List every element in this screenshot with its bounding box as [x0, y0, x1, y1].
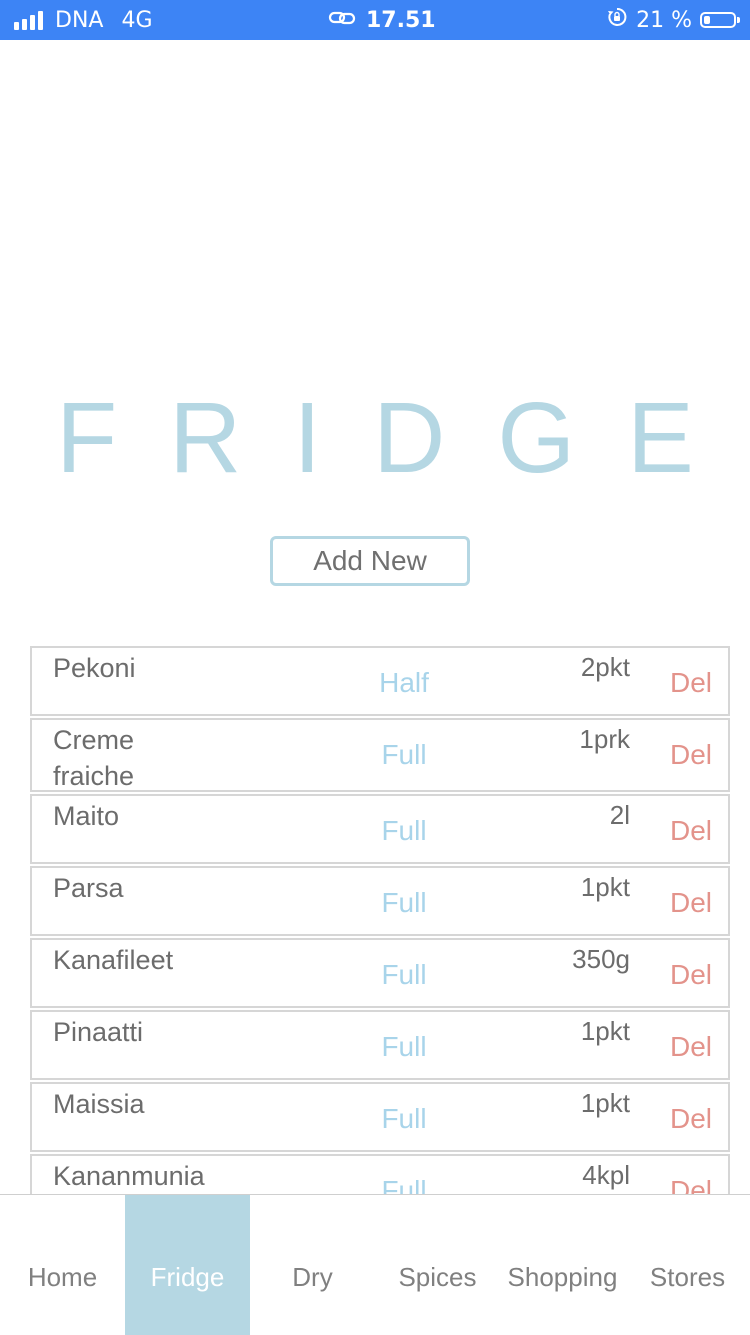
- list-item: Maito Full 2l Del: [30, 794, 730, 864]
- network-label: 4G: [121, 7, 153, 33]
- carrier-label: DNA: [55, 7, 104, 33]
- tab-spices[interactable]: Spices: [375, 1195, 500, 1335]
- delete-button[interactable]: Del: [670, 886, 712, 920]
- tab-dry[interactable]: Dry: [250, 1195, 375, 1335]
- list-item: Creme fraiche Full 1prk Del: [30, 718, 730, 792]
- status-bar: DNA 4G 17.51 21 %: [0, 0, 750, 40]
- delete-button[interactable]: Del: [670, 958, 712, 992]
- item-name: Kanafileet: [53, 945, 174, 975]
- list-item: Pekoni Half 2pkt Del: [30, 646, 730, 716]
- item-name: Parsa: [53, 873, 124, 903]
- page-title: FRIDGE: [56, 382, 746, 494]
- bottom-nav: Home Fridge Dry Spices Shopping Stores: [0, 1194, 750, 1335]
- item-list[interactable]: Pekoni Half 2pkt Del Creme fraiche Full 1prk De…: [30, 646, 730, 1194]
- item-quantity: 2l: [609, 800, 630, 830]
- add-new-button[interactable]: Add New: [270, 536, 470, 586]
- item-status-toggle[interactable]: Full: [372, 958, 436, 992]
- status-bar-left: DNA 4G: [14, 0, 153, 40]
- delete-button[interactable]: Del: [670, 814, 712, 848]
- item-status-toggle[interactable]: Half: [372, 666, 436, 700]
- clock: 17.51: [366, 7, 436, 33]
- item-status-toggle[interactable]: Full: [372, 1174, 436, 1194]
- item-status-toggle[interactable]: Full: [372, 1030, 436, 1064]
- item-name: Maissia: [53, 1089, 145, 1119]
- item-name: Pekoni: [53, 653, 136, 683]
- delete-button[interactable]: Del: [670, 666, 712, 700]
- list-item: Kanafileet Full 350g Del: [30, 938, 730, 1008]
- item-status-toggle[interactable]: Full: [372, 738, 436, 772]
- battery-percent: 21 %: [636, 7, 692, 33]
- item-status-toggle[interactable]: Full: [372, 1102, 436, 1136]
- item-quantity: 350g: [572, 944, 630, 974]
- item-quantity: 1pkt: [580, 1088, 630, 1118]
- item-status-toggle[interactable]: Full: [372, 814, 436, 848]
- item-name: Creme fraiche: [53, 725, 135, 791]
- item-quantity: 4kpl: [582, 1160, 630, 1190]
- list-item: Kananmunia Full 4kpl Del: [30, 1154, 730, 1194]
- link-icon: [328, 8, 356, 33]
- rotation-lock-icon: [606, 6, 628, 34]
- item-quantity: 1pkt: [580, 872, 630, 902]
- item-name: Pinaatti: [53, 1017, 144, 1047]
- item-quantity: 1pkt: [580, 1016, 630, 1046]
- tab-stores[interactable]: Stores: [625, 1195, 750, 1335]
- tab-shopping[interactable]: Shopping: [500, 1195, 625, 1335]
- item-quantity: 2pkt: [580, 652, 630, 682]
- item-quantity: 1prk: [579, 724, 630, 754]
- tab-fridge[interactable]: Fridge: [125, 1195, 250, 1335]
- status-bar-center: 17.51: [328, 0, 436, 40]
- item-status-toggle[interactable]: Full: [372, 886, 436, 920]
- list-item: Pinaatti Full 1pkt Del: [30, 1010, 730, 1080]
- item-name: Maito: [53, 801, 120, 831]
- delete-button[interactable]: Del: [670, 1030, 712, 1064]
- delete-button[interactable]: Del: [670, 1174, 712, 1194]
- tab-home[interactable]: Home: [0, 1195, 125, 1335]
- list-item: Maissia Full 1pkt Del: [30, 1082, 730, 1152]
- status-bar-right: 21 %: [606, 0, 740, 40]
- battery-icon: [700, 12, 740, 28]
- signal-icon: [14, 10, 43, 30]
- list-item: Parsa Full 1pkt Del: [30, 866, 730, 936]
- delete-button[interactable]: Del: [670, 738, 712, 772]
- item-name: Kananmunia: [53, 1161, 205, 1191]
- delete-button[interactable]: Del: [670, 1102, 712, 1136]
